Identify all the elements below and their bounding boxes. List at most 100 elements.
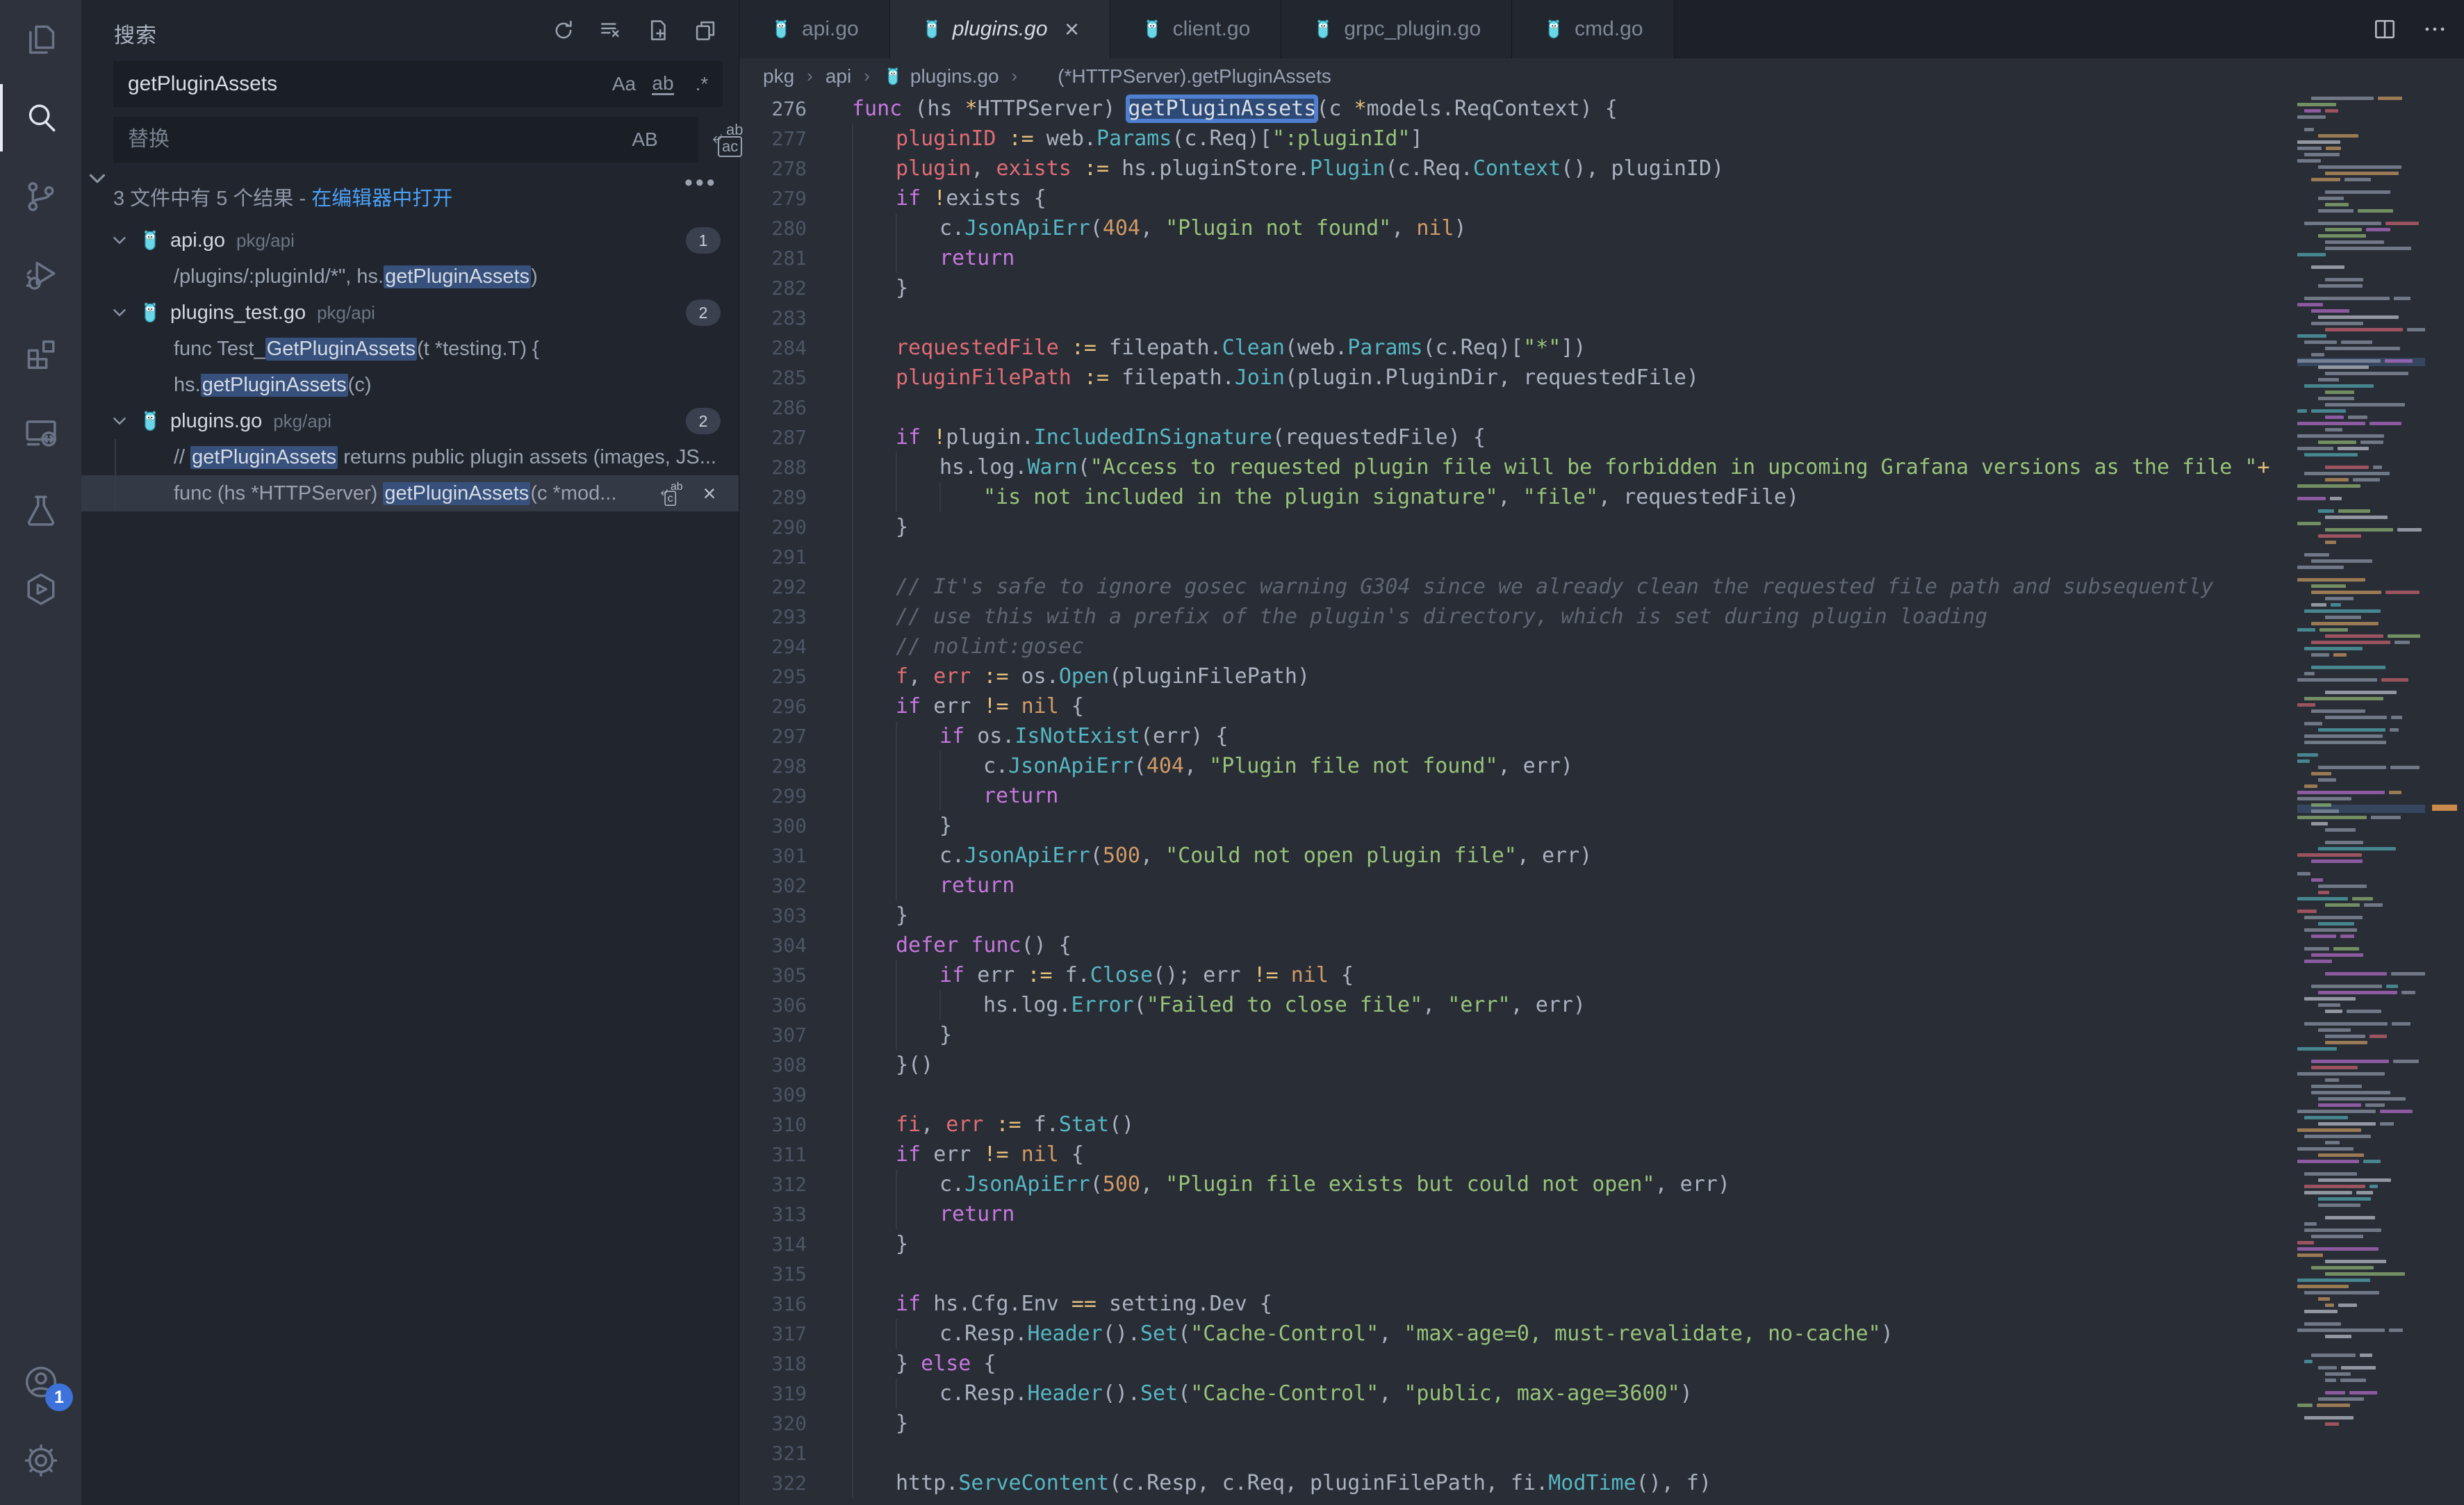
- code-line[interactable]: 307}: [739, 1020, 2294, 1050]
- code-line[interactable]: 312c.JsonApiErr(500, "Plugin file exists…: [739, 1169, 2294, 1199]
- minimap[interactable]: [2297, 90, 2425, 1477]
- search-result-file-row[interactable]: api.gopkg/api1: [81, 222, 739, 258]
- activity-bar-item-run-debug[interactable]: [0, 236, 81, 314]
- code-line[interactable]: 317c.Resp.Header().Set("Cache-Control", …: [739, 1319, 2294, 1349]
- code-line[interactable]: 310fi, err := f.Stat(): [739, 1110, 2294, 1140]
- whole-word-icon[interactable]: ab: [647, 68, 679, 100]
- code-line[interactable]: 302return: [739, 871, 2294, 900]
- open-in-editor-icon[interactable]: [690, 15, 721, 46]
- code-line[interactable]: 278plugin, exists := hs.pluginStore.Plug…: [739, 154, 2294, 183]
- open-new-search-editor-icon[interactable]: [643, 15, 673, 46]
- code-line[interactable]: 316if hs.Cfg.Env == setting.Dev {: [739, 1289, 2294, 1319]
- activity-bar-item-accounts[interactable]: 1: [0, 1342, 81, 1421]
- activity-bar-top: [0, 0, 81, 628]
- breadcrumb-item[interactable]: api: [826, 65, 851, 88]
- code-line[interactable]: 309: [739, 1080, 2294, 1110]
- activity-bar-item-testing[interactable]: [0, 471, 81, 550]
- code-line[interactable]: 291: [739, 542, 2294, 572]
- code-line[interactable]: 288hs.log.Warn("Access to requested plug…: [739, 452, 2294, 482]
- code-line[interactable]: 277pluginID := web.Params(c.Req)[":plugi…: [739, 124, 2294, 154]
- search-result-file-row[interactable]: plugins_test.gopkg/api2: [81, 295, 739, 331]
- search-result-match-row[interactable]: hs.getPluginAssets(c): [81, 367, 739, 403]
- code-line[interactable]: 282}: [739, 273, 2294, 303]
- code-line[interactable]: 279if !exists {: [739, 183, 2294, 213]
- code-line[interactable]: 284requestedFile := filepath.Clean(web.P…: [739, 333, 2294, 363]
- code-line[interactable]: 304defer func() {: [739, 930, 2294, 960]
- code-line[interactable]: 281return: [739, 243, 2294, 273]
- activity-bar-item-settings[interactable]: [0, 1421, 81, 1499]
- code-line[interactable]: 298c.JsonApiErr(404, "Plugin file not fo…: [739, 751, 2294, 781]
- code-line[interactable]: 296if err != nil {: [739, 691, 2294, 721]
- replace-match-icon[interactable]: ab⤷c: [657, 479, 684, 507]
- code-line[interactable]: 300}: [739, 811, 2294, 841]
- clear-search-results-icon[interactable]: [596, 15, 626, 46]
- search-result-match-row[interactable]: /plugins/:pluginId/*", hs.getPluginAsset…: [81, 258, 739, 295]
- regex-icon[interactable]: .*: [686, 68, 718, 100]
- toggle-search-details-icon[interactable]: •••: [684, 171, 718, 195]
- code-line[interactable]: 315: [739, 1259, 2294, 1289]
- code-line[interactable]: 306hs.log.Error("Failed to close file", …: [739, 990, 2294, 1020]
- code-line[interactable]: 287if !plugin.IncludedInSignature(reques…: [739, 422, 2294, 452]
- code-line[interactable]: 285pluginFilePath := filepath.Join(plugi…: [739, 363, 2294, 393]
- split-editor-icon[interactable]: [2369, 14, 2400, 44]
- code-line[interactable]: 318} else {: [739, 1349, 2294, 1379]
- code-line[interactable]: 299return: [739, 781, 2294, 811]
- code-line[interactable]: 286: [739, 393, 2294, 422]
- replace-all-icon[interactable]: ab⤷ac: [712, 122, 757, 158]
- code-line[interactable]: 305if err := f.Close(); err != nil {: [739, 960, 2294, 990]
- tab-client.go[interactable]: client.go: [1110, 0, 1282, 58]
- tab-cmd.go[interactable]: cmd.go: [1512, 0, 1674, 58]
- search-result-match-row[interactable]: // getPluginAssets returns public plugin…: [81, 439, 739, 475]
- code-line[interactable]: 314}: [739, 1229, 2294, 1259]
- code-line[interactable]: 301c.JsonApiErr(500, "Could not open plu…: [739, 841, 2294, 871]
- line-number: 309: [739, 1083, 807, 1106]
- code-line[interactable]: 294// nolint:gosec: [739, 632, 2294, 661]
- search-result-file-row[interactable]: plugins.gopkg/api2: [81, 403, 739, 439]
- preserve-case-icon[interactable]: AB: [629, 124, 661, 156]
- code-line[interactable]: 297if os.IsNotExist(err) {: [739, 721, 2294, 751]
- code-line[interactable]: 311if err != nil {: [739, 1140, 2294, 1169]
- breadcrumb-item[interactable]: (*HTTPServer).getPluginAssets: [1030, 65, 1331, 88]
- code-line[interactable]: 313return: [739, 1199, 2294, 1229]
- breadcrumb-item[interactable]: pkg: [763, 65, 794, 88]
- line-number: 284: [739, 336, 807, 359]
- refresh-icon[interactable]: [548, 15, 579, 46]
- code-line[interactable]: 290}: [739, 512, 2294, 542]
- match-case-icon[interactable]: Aa: [608, 68, 640, 100]
- replace-input[interactable]: [113, 117, 698, 163]
- code-line[interactable]: 276func (hs *HTTPServer) getPluginAssets…: [739, 94, 2294, 124]
- search-result-match-row[interactable]: func (hs *HTTPServer) getPluginAssets(c …: [81, 475, 739, 511]
- code-line[interactable]: 320}: [739, 1408, 2294, 1438]
- tab-plugins.go[interactable]: plugins.go×: [890, 0, 1110, 58]
- code-line[interactable]: 322http.ServeContent(c.Resp, c.Req, plug…: [739, 1468, 2294, 1498]
- open-in-editor-link[interactable]: 在编辑器中打开: [311, 188, 452, 210]
- close-tab-icon[interactable]: ×: [1065, 17, 1079, 42]
- code-line[interactable]: 292// It's safe to ignore gosec warning …: [739, 572, 2294, 602]
- activity-bar-item-remote-explorer[interactable]: [0, 393, 81, 471]
- breadcrumb-item[interactable]: plugins.go: [882, 65, 999, 88]
- remote-icon: [22, 413, 60, 452]
- activity-bar-item-extensions[interactable]: [0, 314, 81, 393]
- accounts-badge: 1: [45, 1383, 73, 1411]
- code-line[interactable]: 321: [739, 1438, 2294, 1468]
- code-line[interactable]: 319c.Resp.Header().Set("Cache-Control", …: [739, 1379, 2294, 1408]
- code-line[interactable]: 283: [739, 303, 2294, 333]
- code-line[interactable]: 280c.JsonApiErr(404, "Plugin not found",…: [739, 213, 2294, 243]
- tab-grpc_plugin.go[interactable]: grpc_plugin.go: [1281, 0, 1512, 58]
- tab-label: cmd.go: [1575, 17, 1643, 41]
- toggle-replace-chevron-icon[interactable]: [84, 165, 110, 192]
- search-result-match-row[interactable]: func Test_GetPluginAssets(t *testing.T) …: [81, 331, 739, 367]
- activity-bar-item-source-control[interactable]: [0, 157, 81, 236]
- activity-bar-item-search[interactable]: [0, 79, 81, 157]
- dismiss-match-icon[interactable]: ×: [696, 479, 723, 507]
- code-line[interactable]: 308}(): [739, 1050, 2294, 1080]
- activity-bar-item-hexagon-tool[interactable]: [0, 550, 81, 628]
- line-number: 292: [739, 575, 807, 598]
- code-line[interactable]: 293// use this with a prefix of the plug…: [739, 602, 2294, 632]
- code-line[interactable]: 295f, err := os.Open(pluginFilePath): [739, 661, 2294, 691]
- activity-bar-item-explorer[interactable]: [0, 0, 81, 79]
- code-line[interactable]: 289"is not included in the plugin signat…: [739, 482, 2294, 512]
- code-editor[interactable]: 276func (hs *HTTPServer) getPluginAssets…: [739, 94, 2294, 1505]
- code-line[interactable]: 303}: [739, 900, 2294, 930]
- tab-api.go[interactable]: api.go: [739, 0, 890, 58]
